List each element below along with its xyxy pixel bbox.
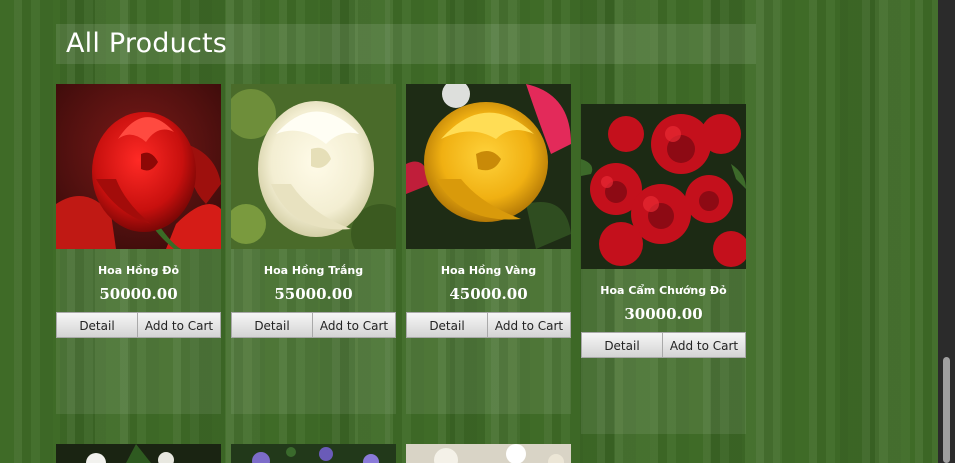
add-to-cart-button[interactable]: Add to Cart [663,332,746,358]
detail-button[interactable]: Detail [231,312,313,338]
add-to-cart-button[interactable]: Add to Cart [138,312,221,338]
add-to-cart-button[interactable]: Add to Cart [488,312,571,338]
red-rose-image[interactable] [56,84,221,249]
product-name[interactable]: Hoa Cẩm Chướng Đỏ [581,284,746,298]
product-image[interactable] [56,444,221,463]
product-name[interactable]: Hoa Hồng Trắng [231,264,396,278]
all-products-heading-bar: All Products [56,24,756,64]
detail-button[interactable]: Detail [581,332,663,358]
product-price: 55000.00 [274,285,353,303]
product-card: Hoa Hồng Vàng 45000.00 Detail Add to Car… [406,84,571,414]
product-card: Hoa Hồng Trắng 55000.00 Detail Add to Ca… [231,84,396,414]
detail-button[interactable]: Detail [56,312,138,338]
red-carnation-image[interactable] [581,104,746,269]
add-to-cart-button[interactable]: Add to Cart [313,312,396,338]
product-image[interactable] [406,444,571,463]
product-card: Hoa Cẩm Chướng Đỏ 30000.00 Detail Add to… [581,104,746,434]
product-price: 50000.00 [99,285,178,303]
page-title: All Products [66,28,228,59]
product-price: 45000.00 [449,285,528,303]
product-card: Hoa Hồng Đỏ 50000.00 Detail Add to Cart [56,84,221,414]
product-name[interactable]: Hoa Hồng Đỏ [56,264,221,278]
detail-button[interactable]: Detail [406,312,488,338]
product-image[interactable] [231,444,396,463]
white-rose-image[interactable] [231,84,396,249]
scrollbar-thumb[interactable] [943,357,950,463]
product-name[interactable]: Hoa Hồng Vàng [406,264,571,278]
yellow-rose-image[interactable] [406,84,571,249]
product-price: 30000.00 [624,305,703,323]
vertical-scrollbar[interactable] [938,0,955,463]
